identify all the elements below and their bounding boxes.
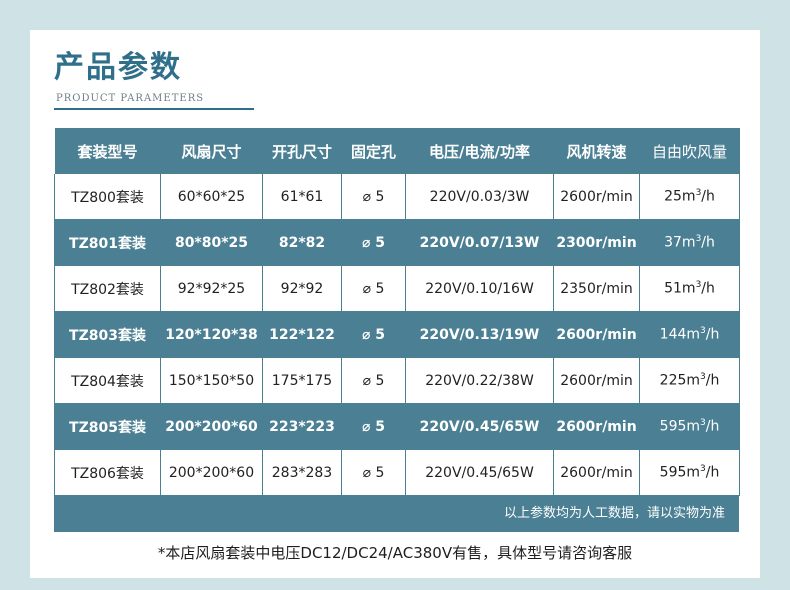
table-row: TZ806套装 200*200*60 283*283 ⌀ 5 220V/0.45/65W… bbox=[54, 449, 740, 496]
cell-hole-size: 283*283 bbox=[262, 449, 342, 496]
cell-power: 220V/0.07/13W bbox=[405, 219, 554, 266]
cell-speed: 2300r/min bbox=[553, 219, 640, 266]
table-header-row: 套装型号 风扇尺寸 开孔尺寸 固定孔 电压/电流/功率 风机转速 自由吹风量 bbox=[54, 128, 740, 174]
cell-power: 220V/0.22/38W bbox=[405, 357, 554, 404]
column-header-fan-size: 风扇尺寸 bbox=[160, 128, 263, 174]
cell-power: 220V/0.45/65W bbox=[405, 403, 554, 450]
table-body: TZ800套装 60*60*25 61*61 ⌀ 5 220V/0.03/3W 2600r… bbox=[54, 174, 740, 496]
cell-model: TZ804套装 bbox=[54, 357, 161, 404]
parameter-table: 套装型号 风扇尺寸 开孔尺寸 固定孔 电压/电流/功率 风机转速 自由吹风量 T… bbox=[54, 128, 740, 496]
cell-airflow: 595m3/h bbox=[639, 449, 740, 496]
airflow-value: 37m bbox=[664, 234, 696, 251]
column-header-airflow: 自由吹风量 bbox=[639, 128, 740, 174]
cell-speed: 2600r/min bbox=[553, 311, 640, 358]
airflow-unit: /h bbox=[705, 464, 720, 481]
cell-fan-size: 92*92*25 bbox=[160, 265, 263, 312]
airflow-unit: /h bbox=[705, 372, 720, 389]
cell-fix-hole: ⌀ 5 bbox=[341, 357, 406, 404]
cell-hole-size: 92*92 bbox=[262, 265, 342, 312]
cell-airflow: 37m3/h bbox=[639, 219, 740, 266]
cell-model: TZ806套装 bbox=[54, 449, 161, 496]
table-row: TZ800套装 60*60*25 61*61 ⌀ 5 220V/0.03/3W 2600r… bbox=[54, 174, 740, 220]
cell-speed: 2600r/min bbox=[553, 403, 640, 450]
page-background: 产品参数 PRODUCT PARAMETERS 套装型号 风扇尺寸 开孔尺寸 固… bbox=[0, 0, 790, 590]
airflow-unit: /h bbox=[701, 280, 715, 297]
page-subtitle: PRODUCT PARAMETERS bbox=[56, 93, 205, 104]
table-note: 以上参数均为人工数据，请以实物为准 bbox=[54, 496, 739, 532]
cell-airflow: 25m3/h bbox=[639, 174, 740, 220]
airflow-value: 595m bbox=[659, 418, 701, 435]
cell-speed: 2600r/min bbox=[553, 449, 640, 496]
cell-model: TZ803套装 bbox=[54, 311, 161, 358]
cell-airflow: 51m3/h bbox=[639, 265, 740, 312]
cell-fan-size: 60*60*25 bbox=[160, 174, 263, 220]
cell-fix-hole: ⌀ 5 bbox=[341, 265, 406, 312]
cell-airflow: 595m3/h bbox=[639, 403, 740, 450]
cell-fan-size: 200*200*60 bbox=[160, 403, 263, 450]
airflow-value: 225m bbox=[659, 372, 701, 389]
cell-fix-hole: ⌀ 5 bbox=[341, 311, 406, 358]
page-title: 产品参数 bbox=[54, 50, 182, 85]
cell-airflow: 144m3/h bbox=[639, 311, 740, 358]
cell-model: TZ800套装 bbox=[54, 174, 161, 220]
cell-power: 220V/0.10/16W bbox=[405, 265, 554, 312]
table-row: TZ804套装 150*150*50 175*175 ⌀ 5 220V/0.22/38W… bbox=[54, 357, 740, 404]
cell-fix-hole: ⌀ 5 bbox=[341, 403, 406, 450]
cell-fix-hole: ⌀ 5 bbox=[341, 174, 406, 220]
cell-hole-size: 175*175 bbox=[262, 357, 342, 404]
table-row: TZ803套装 120*120*38 122*122 ⌀ 5 220V/0.13/19W… bbox=[54, 311, 740, 358]
column-header-power: 电压/电流/功率 bbox=[405, 128, 554, 174]
title-underline bbox=[54, 108, 254, 110]
cell-speed: 2600r/min bbox=[553, 357, 640, 404]
cell-power: 220V/0.03/3W bbox=[405, 174, 554, 220]
column-header-fix-hole: 固定孔 bbox=[341, 128, 406, 174]
cell-hole-size: 122*122 bbox=[262, 311, 342, 358]
airflow-unit: /h bbox=[705, 418, 720, 435]
cell-fix-hole: ⌀ 5 bbox=[341, 449, 406, 496]
airflow-value: 25m bbox=[664, 188, 696, 205]
cell-hole-size: 61*61 bbox=[262, 174, 342, 220]
cell-model: TZ802套装 bbox=[54, 265, 161, 312]
cell-speed: 2600r/min bbox=[553, 174, 640, 220]
table-row: TZ802套装 92*92*25 92*92 ⌀ 5 220V/0.10/16W 2350… bbox=[54, 265, 740, 312]
airflow-unit: /h bbox=[701, 188, 715, 205]
footnote: *本店风扇套装中电压DC12/DC24/AC380V有售，具体型号请咨询客服 bbox=[157, 544, 633, 562]
cell-power: 220V/0.45/65W bbox=[405, 449, 554, 496]
table-row: TZ801套装 80*80*25 82*82 ⌀ 5 220V/0.07/13W 2300… bbox=[54, 219, 740, 266]
cell-fan-size: 120*120*38 bbox=[160, 311, 263, 358]
column-header-hole-size: 开孔尺寸 bbox=[262, 128, 342, 174]
airflow-value: 595m bbox=[659, 464, 701, 481]
cell-fan-size: 80*80*25 bbox=[160, 219, 263, 266]
airflow-unit: /h bbox=[701, 234, 715, 251]
cell-model: TZ801套装 bbox=[54, 219, 161, 266]
column-header-model: 套装型号 bbox=[54, 128, 161, 174]
airflow-value: 144m bbox=[659, 326, 701, 343]
cell-speed: 2350r/min bbox=[553, 265, 640, 312]
cell-power: 220V/0.13/19W bbox=[405, 311, 554, 358]
parameter-table-wrap: 套装型号 风扇尺寸 开孔尺寸 固定孔 电压/电流/功率 风机转速 自由吹风量 T… bbox=[54, 128, 740, 532]
cell-model: TZ805套装 bbox=[54, 403, 161, 450]
table-row: TZ805套装 200*200*60 223*223 ⌀ 5 220V/0.45/65W… bbox=[54, 403, 740, 450]
cell-fan-size: 200*200*60 bbox=[160, 449, 263, 496]
cell-fan-size: 150*150*50 bbox=[160, 357, 263, 404]
cell-hole-size: 82*82 bbox=[262, 219, 342, 266]
airflow-unit: /h bbox=[705, 326, 720, 343]
cell-fix-hole: ⌀ 5 bbox=[341, 219, 406, 266]
cell-airflow: 225m3/h bbox=[639, 357, 740, 404]
airflow-value: 51m bbox=[664, 280, 696, 297]
column-header-speed: 风机转速 bbox=[553, 128, 640, 174]
cell-hole-size: 223*223 bbox=[262, 403, 342, 450]
